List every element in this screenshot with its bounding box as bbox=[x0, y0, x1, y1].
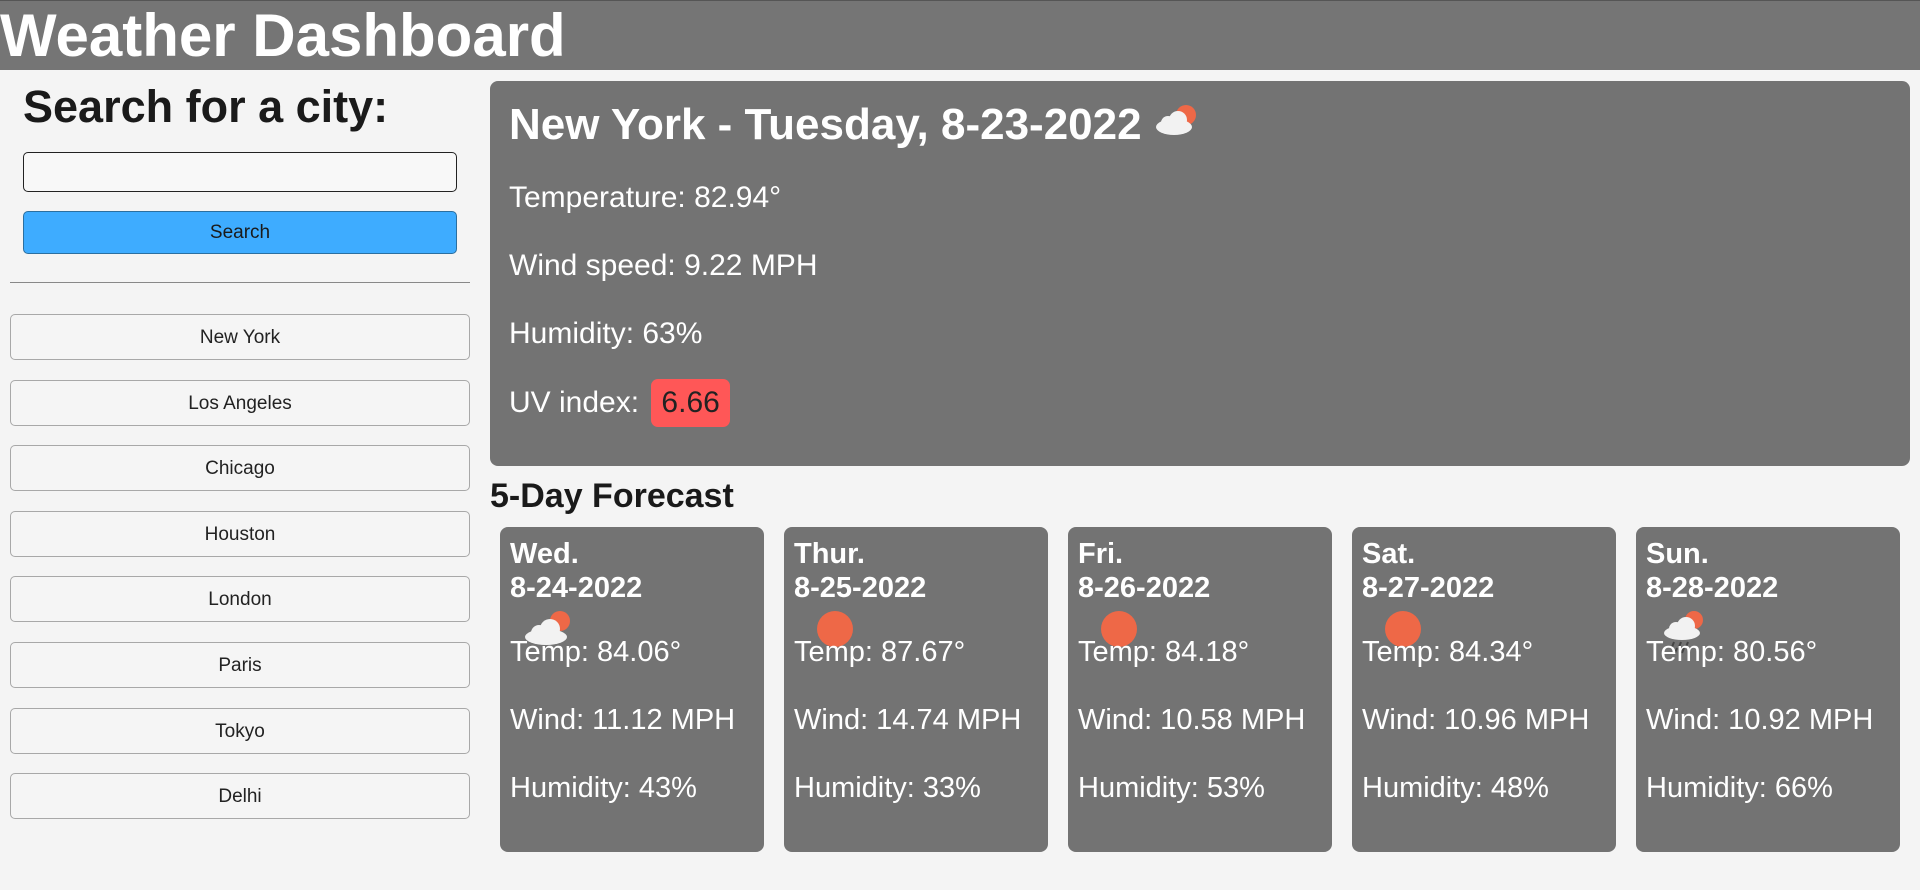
uv-label: UV index: bbox=[509, 386, 640, 419]
forecast-day: Sun. bbox=[1646, 538, 1709, 570]
forecast-wind: Wind: 10.58 MPH bbox=[1078, 704, 1306, 736]
current-weather-card: New York - Tuesday, 8-23-2022 Temperatur… bbox=[490, 81, 1910, 466]
forecast-wind: Wind: 10.96 MPH bbox=[1362, 704, 1590, 736]
forecast-wind: Wind: 14.74 MPH bbox=[794, 704, 1022, 736]
forecast-date: 8-28-2022 bbox=[1646, 572, 1779, 604]
city-button-delhi[interactable]: Delhi bbox=[10, 773, 470, 820]
forecast-humidity: Humidity: 53% bbox=[1078, 772, 1265, 804]
search-heading: Search for a city: bbox=[23, 81, 389, 132]
forecast-date: 8-24-2022 bbox=[510, 572, 643, 604]
uv-index-badge: 6.66 bbox=[651, 379, 730, 427]
forecast-day: Thur. bbox=[794, 538, 865, 570]
forecast-day: Fri. bbox=[1078, 538, 1124, 570]
city-button-houston[interactable]: Houston bbox=[10, 510, 470, 557]
forecast-card: Fri. 8-26-2022 Temp: 84.18° Wind: 10.58 … bbox=[1068, 527, 1332, 852]
forecast-temp: Temp: 80.56° bbox=[1646, 636, 1818, 668]
city-button-chicago[interactable]: Chicago bbox=[10, 445, 470, 492]
forecast-day: Sat. bbox=[1362, 538, 1416, 570]
city-search-input[interactable] bbox=[23, 152, 457, 192]
forecast-temp: Temp: 84.34° bbox=[1362, 636, 1534, 668]
forecast-card: Wed. 8-24-2022 Temp: 84.06° Wind: 11.12 … bbox=[500, 527, 764, 852]
city-button-new-york[interactable]: New York bbox=[10, 314, 470, 360]
app-header: Weather Dashboard bbox=[0, 0, 1920, 70]
forecast-temp: Temp: 87.67° bbox=[794, 636, 966, 668]
page-title: Weather Dashboard bbox=[0, 2, 566, 69]
forecast-date: 8-25-2022 bbox=[794, 572, 927, 604]
forecast-temp: Temp: 84.18° bbox=[1078, 636, 1250, 668]
forecast-card: Sun. 8-28-2022 Temp: 80.56° Wind: 10.92 … bbox=[1636, 527, 1900, 852]
current-city-date: New York - Tuesday, 8-23-2022 bbox=[509, 100, 1142, 149]
forecast-date: 8-27-2022 bbox=[1362, 572, 1495, 604]
city-button-los-angeles[interactable]: Los Angeles bbox=[10, 379, 470, 426]
current-weather-title: New York - Tuesday, 8-23-2022 bbox=[509, 99, 1204, 153]
sidebar: Search for a city: Search New York Los A… bbox=[0, 70, 480, 890]
forecast-day: Wed. bbox=[510, 538, 579, 570]
forecast-humidity: Humidity: 43% bbox=[510, 772, 697, 804]
forecast-heading: 5-Day Forecast bbox=[490, 477, 734, 515]
forecast-card: Sat. 8-27-2022 Temp: 84.34° Wind: 10.96 … bbox=[1352, 527, 1616, 852]
forecast-temp: Temp: 84.06° bbox=[510, 636, 682, 668]
partly-cloudy-icon bbox=[1152, 101, 1204, 153]
forecast-date: 8-26-2022 bbox=[1078, 572, 1211, 604]
forecast-card: Thur. 8-25-2022 Temp: 87.67° Wind: 14.74… bbox=[784, 527, 1048, 852]
city-button-london[interactable]: London bbox=[10, 576, 470, 623]
search-button[interactable]: Search bbox=[23, 211, 457, 254]
current-humidity: Humidity: 63% bbox=[509, 317, 703, 350]
forecast-humidity: Humidity: 66% bbox=[1646, 772, 1833, 804]
current-uv-row: UV index: 6.66 bbox=[509, 379, 730, 427]
city-history-list: New York Los Angeles Chicago Houston Lon… bbox=[10, 314, 470, 839]
forecast-humidity: Humidity: 48% bbox=[1362, 772, 1549, 804]
sidebar-divider bbox=[10, 282, 470, 283]
forecast-wind: Wind: 11.12 MPH bbox=[510, 704, 736, 736]
current-wind-speed: Wind speed: 9.22 MPH bbox=[509, 249, 818, 282]
city-button-paris[interactable]: Paris bbox=[10, 641, 470, 688]
forecast-wind: Wind: 10.92 MPH bbox=[1646, 704, 1874, 736]
forecast-humidity: Humidity: 33% bbox=[794, 772, 981, 804]
current-temperature: Temperature: 82.94° bbox=[509, 181, 782, 214]
city-button-tokyo[interactable]: Tokyo bbox=[10, 707, 470, 754]
